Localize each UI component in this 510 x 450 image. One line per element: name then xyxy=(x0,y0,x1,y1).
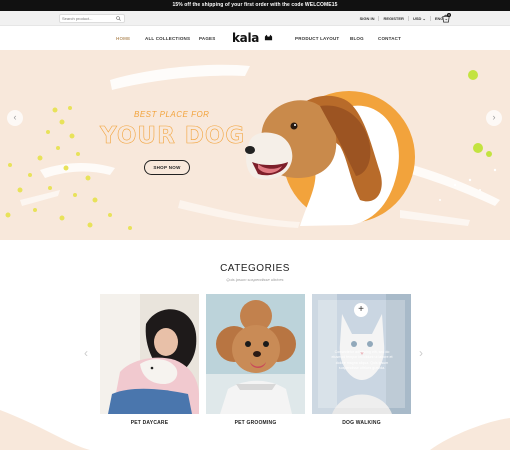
pet-grooming-image xyxy=(206,294,305,414)
logo-mark-icon xyxy=(264,34,273,41)
hero-next-arrow[interactable]: › xyxy=(486,110,502,126)
categories-subtitle: Quis ipsum suspendisse ultrices xyxy=(226,277,284,282)
categories-title: CATEGORIES xyxy=(220,263,290,274)
nav-contact[interactable]: CONTACT xyxy=(378,36,401,41)
search-icon[interactable] xyxy=(116,16,121,21)
announcement-bar: 15% off the shipping of your first order… xyxy=(0,0,510,11)
shop-now-button[interactable]: SHOP NOW xyxy=(144,160,190,175)
chevron-left-icon[interactable]: ‹ xyxy=(84,346,88,360)
search-box[interactable] xyxy=(59,14,125,23)
category-label-pet-grooming[interactable]: PET GROOMING xyxy=(206,420,305,426)
pet-daycare-image xyxy=(100,294,199,414)
card-overlay-text: Consectetur adipiscing elit, sed do eius… xyxy=(331,350,393,370)
plus-icon[interactable]: + xyxy=(354,303,368,317)
dog-illustration xyxy=(245,95,399,226)
search-input[interactable] xyxy=(62,15,114,22)
nav-pages[interactable]: PAGES xyxy=(199,36,215,41)
nav-product-layout[interactable]: PRODUCT LAYOUT xyxy=(295,36,339,41)
register-link[interactable]: REGISTER xyxy=(379,16,409,21)
nav-home[interactable]: HOME xyxy=(116,36,130,41)
utility-bar: SIGN IN REGISTER USD ⌄ ENG ⌄ 0 xyxy=(0,11,510,26)
category-card-pet-daycare[interactable] xyxy=(100,294,199,414)
hero-subtitle: BEST PLACE FOR xyxy=(134,110,210,119)
category-card-pet-grooming[interactable] xyxy=(206,294,305,414)
page: 15% off the shipping of your first order… xyxy=(0,0,510,450)
cart-count-badge: 0 xyxy=(447,13,451,17)
category-label-pet-daycare[interactable]: PET DAYCARE xyxy=(100,420,199,426)
hero-prev-arrow[interactable]: ‹ xyxy=(7,110,23,126)
chevron-right-icon: › xyxy=(492,112,496,122)
currency-select[interactable]: USD ⌄ xyxy=(409,16,431,21)
main-nav: HOME ALL COLLECTIONS PAGES kala PRODUCT … xyxy=(0,26,510,50)
hero-slider: BEST PLACE FOR YOUR DOG SHOP NOW ‹ › xyxy=(0,50,510,240)
chevron-left-icon: ‹ xyxy=(13,112,17,122)
site-logo[interactable]: kala xyxy=(232,31,259,45)
category-label-dog-walking[interactable]: DOG WALKING xyxy=(312,420,411,426)
nav-blog[interactable]: BLOG xyxy=(350,36,364,41)
hero-background-art xyxy=(5,64,500,230)
sign-in-link[interactable]: SIGN IN xyxy=(356,16,380,21)
nav-all-collections[interactable]: ALL COLLECTIONS xyxy=(145,36,190,41)
hero-title: YOUR DOG xyxy=(100,123,246,150)
category-card-dog-walking[interactable]: + Consectetur adipiscing elit, sed do ei… xyxy=(312,294,411,414)
announcement-text: 15% off the shipping of your first order… xyxy=(172,2,338,8)
utility-links: SIGN IN REGISTER USD ⌄ ENG ⌄ xyxy=(356,11,452,26)
chevron-right-icon[interactable]: › xyxy=(419,346,423,360)
